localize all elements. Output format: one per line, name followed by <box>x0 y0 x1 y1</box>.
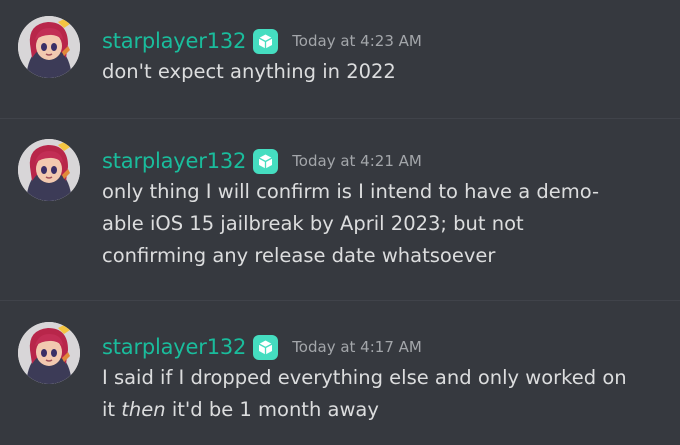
message-divider <box>0 300 680 301</box>
emphasized-text: then <box>121 398 166 421</box>
message-line: don't expect anything in 2022 <box>102 60 396 83</box>
message-header: starplayer132 Today at 4:21 AM <box>102 146 422 176</box>
message-line: it then it'd be 1 month away <box>102 394 627 426</box>
message-header: starplayer132 Today at 4:23 AM <box>102 26 422 56</box>
user-avatar-icon <box>18 139 80 201</box>
bot-badge-icon <box>253 334 279 360</box>
avatar[interactable] <box>18 139 80 201</box>
timestamp[interactable]: Today at 4:17 AM <box>292 338 422 356</box>
message-text: it'd be 1 month away <box>165 398 379 421</box>
timestamp[interactable]: Today at 4:23 AM <box>292 32 422 50</box>
username[interactable]: starplayer132 <box>102 335 246 359</box>
avatar[interactable] <box>18 322 80 384</box>
user-avatar-icon <box>18 322 80 384</box>
avatar[interactable] <box>18 16 80 78</box>
message-header: starplayer132 Today at 4:17 AM <box>102 332 422 362</box>
user-avatar-icon <box>18 16 80 78</box>
message-line: only thing I will confirm is I intend to… <box>102 180 600 203</box>
message-content: don't expect anything in 2022 <box>102 56 396 88</box>
timestamp[interactable]: Today at 4:21 AM <box>292 152 422 170</box>
message-content: only thing I will confirm is I intend to… <box>102 176 599 272</box>
username[interactable]: starplayer132 <box>102 149 246 173</box>
message-line: confirming any release date whatsoever <box>102 244 496 267</box>
bot-badge-icon <box>253 148 279 174</box>
message-divider <box>0 118 680 119</box>
message-text: it <box>102 398 122 421</box>
bot-badge-icon <box>253 28 279 54</box>
message-content: I said if I dropped everything else and … <box>102 362 627 426</box>
message-line: I said if I dropped everything else and … <box>102 366 627 389</box>
message-line: able iOS 15 jailbreak by April 2023; but… <box>102 212 524 235</box>
username[interactable]: starplayer132 <box>102 29 246 53</box>
